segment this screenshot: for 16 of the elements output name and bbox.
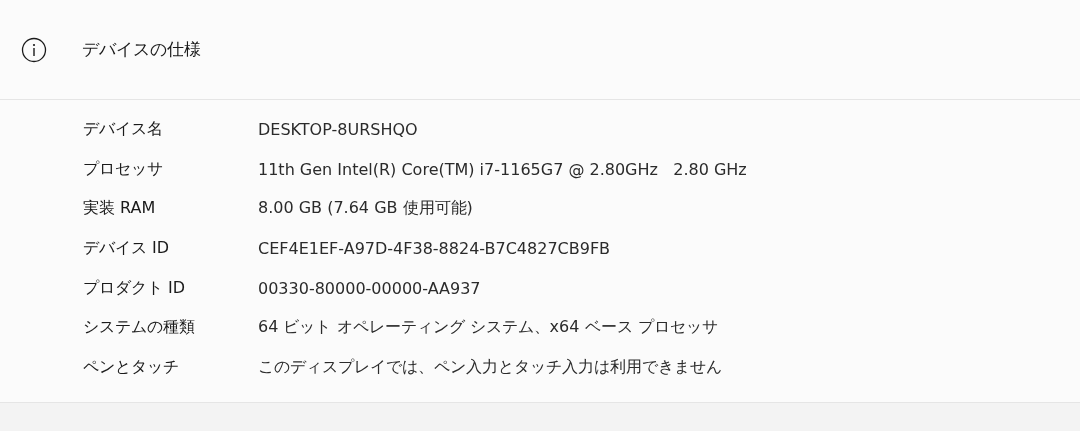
spec-label: デバイス名 — [83, 119, 164, 141]
spec-label: ペンとタッチ — [83, 356, 180, 378]
spec-value: CEF4E1EF-A97D-4F38-8824-B7C4827CB9FB — [258, 239, 611, 259]
spec-label: デバイス ID — [83, 238, 171, 260]
spec-value: 11th Gen Intel(R) Core(TM) i7-1165G7 @ 2.80GHz 2.80 GHz — [258, 159, 747, 179]
spec-value: 64 ビット オペレーティング システム、x64 ベース プロセッサ — [258, 317, 718, 339]
info-icon — [21, 36, 47, 63]
spec-value: このディスプレイでは、ペン入力とタッチ入力は利用できません — [258, 356, 722, 378]
section-title: デバイスの仕様 — [82, 38, 201, 61]
spec-value: DESKTOP-8URSHQO — [258, 120, 418, 140]
spec-label: 実装 RAM — [83, 198, 157, 220]
spec-label: プロセッサ — [83, 158, 164, 180]
spec-value: 00330-80000-00000-AA937 — [258, 278, 481, 298]
spec-label: システムの種類 — [83, 317, 196, 339]
spec-label: プロダクト ID — [83, 277, 187, 299]
spec-value: 8.00 GB (7.64 GB 使用可能) — [258, 198, 473, 220]
